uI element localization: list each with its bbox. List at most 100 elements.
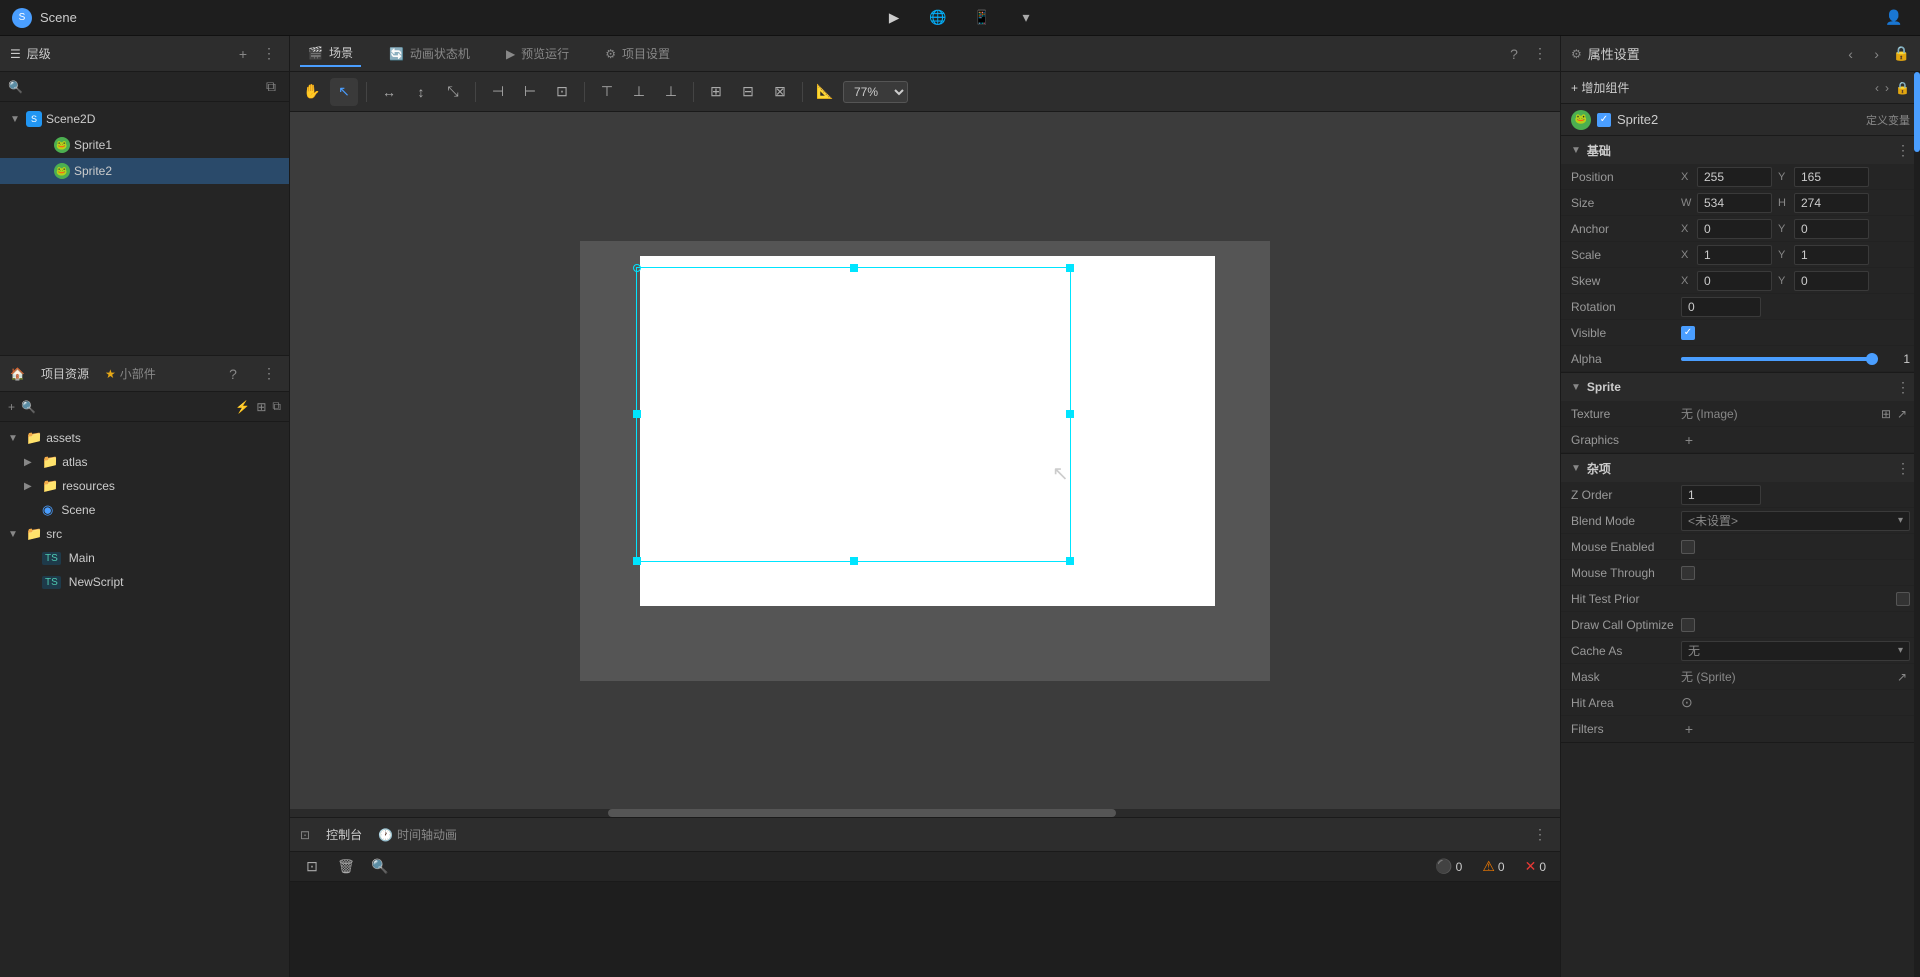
assets-item-new-script[interactable]: TS NewScript <box>0 570 289 594</box>
node-visible-checkbox[interactable]: ✓ <box>1597 113 1611 127</box>
align-bottom-tool[interactable]: ⊥ <box>657 78 685 106</box>
cache-dropdown[interactable]: 无 ▾ <box>1681 641 1910 661</box>
add-asset-button[interactable]: + <box>8 400 15 414</box>
nav-next[interactable]: › <box>1867 44 1887 64</box>
tab-scene[interactable]: 🎬 场景 <box>300 40 361 67</box>
filters-add-button[interactable]: + <box>1681 721 1697 737</box>
size-w-input[interactable] <box>1697 193 1772 213</box>
assets-item-atlas[interactable]: ▶ 📁 atlas <box>0 450 289 474</box>
mouse-through-checkbox[interactable] <box>1681 566 1695 580</box>
handle-tr[interactable] <box>1066 264 1074 272</box>
assets-item-src[interactable]: ▼ 📁 src <box>0 522 289 546</box>
hit-area-icon[interactable]: ⊙ <box>1681 694 1693 711</box>
draw-call-checkbox[interactable] <box>1681 618 1695 632</box>
add-layer-button[interactable]: + <box>233 44 253 64</box>
horizontal-scrollbar[interactable] <box>290 809 1560 817</box>
texture-add-icon[interactable]: ⊞ <box>1878 406 1894 422</box>
user-button[interactable]: 👤 <box>1880 4 1908 32</box>
play-button[interactable]: ▶ <box>880 4 908 32</box>
define-var-button[interactable]: 定义变量 <box>1866 112 1910 128</box>
lock-icon2[interactable]: 🔒 <box>1895 81 1910 95</box>
skew-x-input[interactable] <box>1697 271 1772 291</box>
handle-ml[interactable] <box>633 410 641 418</box>
nav-right-icon[interactable]: › <box>1885 81 1889 95</box>
assets-item-scene[interactable]: ◉ Scene <box>0 498 289 522</box>
scale-y-input[interactable] <box>1794 245 1869 265</box>
assets-menu-button[interactable]: ⋮ <box>259 364 279 384</box>
basic-section-header[interactable]: ▼ 基础 ⋮ <box>1561 136 1920 164</box>
console-clear-button[interactable]: 🗑 <box>332 853 360 881</box>
handle-bl[interactable] <box>633 557 641 565</box>
align-right-tool[interactable]: ⊡ <box>548 78 576 106</box>
mouse-enabled-checkbox[interactable] <box>1681 540 1695 554</box>
tree-item-sprite1[interactable]: 🐸 Sprite1 <box>0 132 289 158</box>
tab-project[interactable]: ⚙ 项目设置 <box>597 41 678 66</box>
texture-link-icon[interactable]: ↗ <box>1894 406 1910 422</box>
skew-y-input[interactable] <box>1794 271 1869 291</box>
tree-item-sprite2[interactable]: 🐸 Sprite2 <box>0 158 289 184</box>
layer-search-input[interactable] <box>29 80 255 94</box>
position-x-input[interactable] <box>1697 167 1772 187</box>
blend-dropdown[interactable]: <未设置> ▾ <box>1681 511 1910 531</box>
align-center-h-tool[interactable]: ⊢ <box>516 78 544 106</box>
grid2-tool[interactable]: ⊟ <box>734 78 762 106</box>
right-scrollbar[interactable] <box>1914 72 1920 977</box>
align-center-v-tool[interactable]: ⊥ <box>625 78 653 106</box>
tab-project-assets[interactable]: 项目资源 <box>41 365 89 382</box>
distribute-tool[interactable]: ⊠ <box>766 78 794 106</box>
assets-item-main[interactable]: TS Main <box>0 546 289 570</box>
handle-tl[interactable] <box>633 264 641 272</box>
tab-timeline[interactable]: 🕐 时间轴动画 <box>378 826 457 843</box>
size-h-input[interactable] <box>1794 193 1869 213</box>
rotation-input[interactable] <box>1681 297 1761 317</box>
handle-mr[interactable] <box>1066 410 1074 418</box>
zorder-input[interactable] <box>1681 485 1761 505</box>
copy-icon[interactable]: ⧉ <box>261 77 281 97</box>
align-left-tool[interactable]: ⊣ <box>484 78 512 106</box>
basic-menu[interactable]: ⋮ <box>1896 142 1910 159</box>
layer-menu-button[interactable]: ⋮ <box>259 44 279 64</box>
lock-icon[interactable]: 🔒 <box>1893 45 1910 62</box>
assets-item-resources[interactable]: ▶ 📁 resources <box>0 474 289 498</box>
settings-button[interactable]: ⋮ <box>1530 44 1550 64</box>
zoom-select[interactable]: 77% 50% 100% 150% <box>843 81 908 103</box>
handle-t[interactable] <box>850 264 858 272</box>
alpha-slider-thumb[interactable] <box>1866 353 1878 365</box>
tab-preview[interactable]: ▶ 预览运行 <box>498 41 577 66</box>
nav-prev[interactable]: ‹ <box>1841 44 1861 64</box>
move-x-tool[interactable]: ↔ <box>375 78 403 106</box>
scale-x-input[interactable] <box>1697 245 1772 265</box>
tab-console[interactable]: 控制台 <box>326 826 362 843</box>
visible-checkbox[interactable]: ✓ <box>1681 326 1695 340</box>
grid-icon[interactable]: ⊞ <box>256 400 266 414</box>
tab-anim[interactable]: 🔄 动画状态机 <box>381 41 478 66</box>
grid-tool[interactable]: ⊞ <box>702 78 730 106</box>
move-y-tool[interactable]: ↕ <box>407 78 435 106</box>
move-xy-tool[interactable]: ⤡ <box>439 78 467 106</box>
scrollbar-thumb-h[interactable] <box>608 809 1116 817</box>
console-menu-icon[interactable]: ⋮ <box>1530 825 1550 845</box>
anchor-x-input[interactable] <box>1697 219 1772 239</box>
anchor-y-input[interactable] <box>1794 219 1869 239</box>
add-component-button[interactable]: + 增加组件 <box>1571 79 1629 96</box>
sprite-menu[interactable]: ⋮ <box>1896 379 1910 396</box>
console-search-button[interactable]: 🔍 <box>366 853 394 881</box>
console-menu-button[interactable]: ⋮ <box>1530 825 1550 845</box>
position-y-input[interactable] <box>1794 167 1869 187</box>
assets-help-button[interactable]: ? <box>223 364 243 384</box>
globe-button[interactable]: 🌐 <box>924 4 952 32</box>
hit-test-checkbox[interactable] <box>1896 592 1910 606</box>
align-top-tool[interactable]: ⊤ <box>593 78 621 106</box>
canvas-viewport[interactable]: ↖ <box>290 112 1560 809</box>
filter-icon[interactable]: ⚡ <box>235 400 250 414</box>
mobile-button[interactable]: 📱 <box>968 4 996 32</box>
alpha-slider-track[interactable] <box>1681 357 1872 361</box>
console-copy-button[interactable]: ⊡ <box>298 853 326 881</box>
handle-br[interactable] <box>1066 557 1074 565</box>
handle-b[interactable] <box>850 557 858 565</box>
hand-tool[interactable]: ✋ <box>298 78 326 106</box>
assets-item-assets[interactable]: ▼ 📁 assets <box>0 426 289 450</box>
misc-menu[interactable]: ⋮ <box>1896 460 1910 477</box>
assets-search-input[interactable] <box>42 400 229 414</box>
sprite-section-header[interactable]: ▼ Sprite ⋮ <box>1561 373 1920 401</box>
